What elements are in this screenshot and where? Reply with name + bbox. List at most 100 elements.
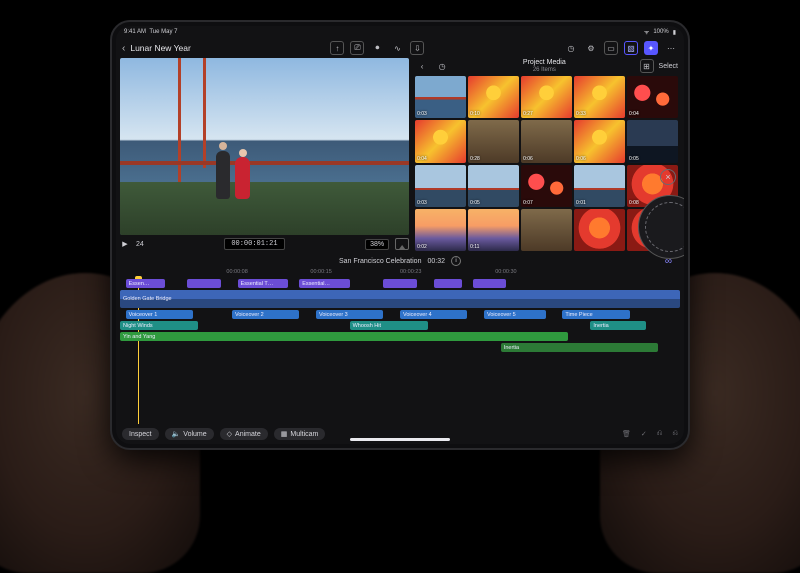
media-thumb[interactable]: 0:04 bbox=[627, 76, 678, 118]
media-thumb[interactable]: 0:07 bbox=[521, 165, 572, 207]
animate-icon: ◇ bbox=[227, 430, 232, 438]
timer-icon[interactable]: ◷ bbox=[564, 41, 578, 55]
media-thumb[interactable]: 0:01 bbox=[574, 165, 625, 207]
media-thumb[interactable]: 0:27 bbox=[521, 76, 572, 118]
zoom-value[interactable]: 38 bbox=[370, 241, 378, 248]
browser-title[interactable]: Project Media bbox=[523, 59, 566, 67]
media-thumb[interactable]: 0:11 bbox=[468, 209, 519, 251]
media-thumb[interactable]: 0:06 bbox=[521, 120, 572, 162]
clip[interactable]: Voiceover 1 bbox=[126, 310, 193, 319]
home-indicator[interactable] bbox=[350, 438, 450, 441]
clip[interactable] bbox=[187, 279, 221, 288]
undo-icon[interactable]: ⎌ bbox=[657, 430, 663, 438]
ruler-mark: 00:00:08 bbox=[226, 269, 247, 275]
clip[interactable] bbox=[383, 279, 417, 288]
track-titles[interactable]: Essen… Essential T… Essential… bbox=[120, 279, 680, 288]
media-thumb[interactable]: 0:28 bbox=[468, 120, 519, 162]
media-thumb[interactable]: 0:05 bbox=[468, 165, 519, 207]
clip[interactable]: Whoosh Hit bbox=[350, 321, 428, 330]
battery-icon: ▮ bbox=[673, 29, 676, 36]
redo-icon[interactable]: ⎌ bbox=[672, 430, 678, 438]
more-icon[interactable]: ⋯ bbox=[664, 41, 678, 55]
clip[interactable]: Inertia bbox=[590, 321, 646, 330]
media-thumb[interactable]: 0:02 bbox=[415, 209, 466, 251]
transport-bar: ▶ 24 00:00:01:21 38% bbox=[120, 235, 409, 253]
track-primary[interactable]: Golden Gate Bridge bbox=[120, 290, 680, 308]
cloud-sync-icon[interactable]: ∞ bbox=[665, 256, 672, 267]
tracks[interactable]: Essen… Essential T… Essential… Golden Gate… bbox=[120, 279, 680, 424]
browser-back-icon[interactable]: ‹ bbox=[415, 59, 429, 73]
track-music-a[interactable]: Yin and Yang bbox=[120, 332, 680, 341]
project-title[interactable]: Lunar New Year bbox=[130, 43, 191, 53]
confirm-icon[interactable]: ✓ bbox=[641, 430, 647, 438]
ruler-mark: 00:00:23 bbox=[400, 269, 421, 275]
clip[interactable]: Voiceover 3 bbox=[316, 310, 383, 319]
thumb-duration: 0:28 bbox=[470, 156, 480, 162]
animate-button[interactable]: ◇Animate bbox=[220, 428, 268, 440]
share-icon[interactable]: ↑ bbox=[330, 41, 344, 55]
media-thumb[interactable]: 0:06 bbox=[574, 120, 625, 162]
media-thumb[interactable] bbox=[521, 209, 572, 251]
clip[interactable]: Voiceover 2 bbox=[232, 310, 299, 319]
tv-icon[interactable]: ▭ bbox=[604, 41, 618, 55]
thumb-duration: 0:05 bbox=[470, 200, 480, 206]
track-music-b[interactable]: Inertia bbox=[120, 343, 680, 352]
clip[interactable] bbox=[473, 279, 507, 288]
clip[interactable]: Yin and Yang bbox=[120, 332, 568, 341]
clip[interactable]: Night Winds bbox=[120, 321, 198, 330]
app-screen: 9:41 AM Tue May 7 ᯤ 100% ▮ ‹ Lunar New Y… bbox=[116, 26, 684, 444]
trash-icon[interactable]: 🗑 bbox=[622, 430, 631, 438]
media-thumb[interactable]: 0:04 bbox=[415, 120, 466, 162]
media-thumb[interactable]: 0:10 bbox=[468, 76, 519, 118]
media-browser: ‹ ◷ Project Media 26 Items ⊞ Select bbox=[413, 58, 680, 253]
grid-view-icon[interactable]: ⊞ bbox=[640, 59, 654, 73]
clip[interactable]: Essential… bbox=[299, 279, 349, 288]
media-thumb[interactable]: 0:33 bbox=[574, 76, 625, 118]
inspect-button[interactable]: Inspect bbox=[122, 428, 159, 440]
viewer-canvas[interactable] bbox=[120, 58, 409, 235]
ruler-mark: 00:00:30 bbox=[495, 269, 516, 275]
effects-icon[interactable]: ✦ bbox=[644, 41, 658, 55]
ipad-device: 9:41 AM Tue May 7 ᯤ 100% ▮ ‹ Lunar New Y… bbox=[110, 20, 690, 450]
media-thumb[interactable]: 0:03 bbox=[415, 76, 466, 118]
camera-icon[interactable]: ⎚ bbox=[350, 41, 364, 55]
media-thumb[interactable]: 0:03 bbox=[415, 165, 466, 207]
thumb-duration: 0:27 bbox=[523, 111, 533, 117]
play-button[interactable]: ▶ bbox=[120, 240, 130, 248]
thumb-duration: 0:02 bbox=[417, 244, 427, 250]
thumb-duration: 0:05 bbox=[629, 156, 639, 162]
track-sfx[interactable]: Night Winds Whoosh Hit Inertia bbox=[120, 321, 680, 330]
voiceover-icon[interactable]: ∿ bbox=[390, 41, 404, 55]
jog-close-button[interactable]: × bbox=[660, 169, 676, 185]
multicam-button[interactable]: ▦Multicam bbox=[274, 428, 326, 440]
select-button[interactable]: Select bbox=[659, 63, 678, 70]
time-ruler[interactable]: 00:00:0800:00:1500:00:2300:00:30 bbox=[120, 269, 680, 279]
project-name[interactable]: San Francisco Celebration bbox=[339, 258, 422, 265]
airplay-icon[interactable] bbox=[395, 238, 409, 250]
timeline[interactable]: 00:00:0800:00:1500:00:2300:00:30 Essen…E… bbox=[116, 269, 684, 424]
viewer-pane: ▶ 24 00:00:01:21 38% bbox=[120, 58, 409, 253]
clip[interactable]: Golden Gate Bridge bbox=[120, 290, 680, 308]
back-icon[interactable]: ‹ bbox=[122, 43, 125, 54]
clip[interactable]: Time Piece bbox=[562, 310, 629, 319]
volume-button[interactable]: 🔈Volume bbox=[165, 428, 214, 440]
timecode-display[interactable]: 00:00:01:21 bbox=[224, 238, 284, 250]
project-duration: 00:32 bbox=[427, 258, 445, 265]
clip[interactable]: Voiceover 4 bbox=[400, 310, 467, 319]
photos-icon[interactable]: ▧ bbox=[624, 41, 638, 55]
clip[interactable] bbox=[434, 279, 462, 288]
track-voiceover[interactable]: Voiceover 1 Voiceover 2 Voiceover 3 Voiceov… bbox=[120, 310, 680, 319]
status-date: Tue May 7 bbox=[149, 29, 177, 35]
media-thumb[interactable] bbox=[574, 209, 625, 251]
clip[interactable]: Inertia bbox=[501, 343, 658, 352]
clip[interactable]: Essen… bbox=[126, 279, 165, 288]
clip[interactable]: Voiceover 5 bbox=[484, 310, 546, 319]
browser-clock-icon[interactable]: ◷ bbox=[435, 59, 449, 73]
info-icon[interactable]: i bbox=[451, 256, 461, 266]
clip[interactable]: Essential T… bbox=[238, 279, 288, 288]
media-thumb[interactable]: 0:05 bbox=[627, 120, 678, 162]
toolbar: ‹ Lunar New Year ↑ ⎚ ⏺ ∿ ⇩ ◷ ⚙ ▭ ▧ ✦ bbox=[116, 38, 684, 58]
mic-icon[interactable]: ⏺ bbox=[370, 41, 384, 55]
settings-icon[interactable]: ⚙ bbox=[584, 41, 598, 55]
import-icon[interactable]: ⇩ bbox=[410, 41, 424, 55]
